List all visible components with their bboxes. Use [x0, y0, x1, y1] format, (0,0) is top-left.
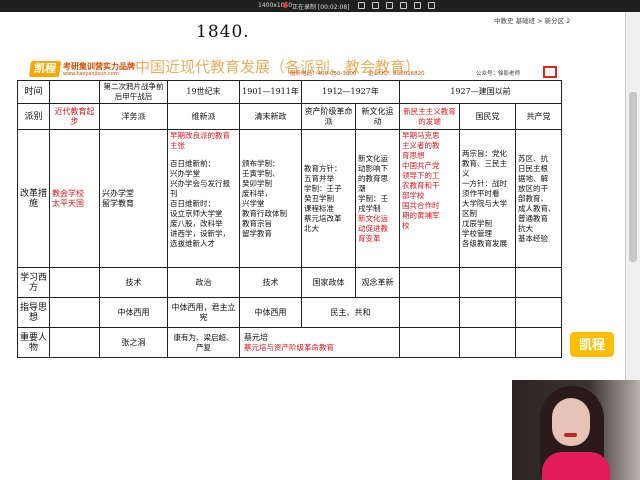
guide-xinminzhu [399, 297, 460, 328]
guide-yangwu: 中体西用 [99, 297, 168, 328]
red-box-icon [543, 66, 557, 78]
stop-icon[interactable] [372, 2, 379, 9]
faction-start: 近代教育起步 [49, 103, 100, 130]
people-yangwu: 张之洞 [99, 327, 168, 358]
presenter-lips [564, 433, 577, 437]
measures-row: 改革措施 教会学校 太平天国 兴办学堂 留学教育 早期改良派的教育主张 百日维新前：… [17, 129, 563, 268]
people-start [49, 327, 100, 358]
people-row: 重要人物 张之洞 康有为、梁启超、严复 蔡元培 蔡元培与资产阶级革命教育 [17, 327, 563, 358]
measures-guomindang: 两宗旨：党化 教育、三民主义一方针：战时 须作平时看 大学院与大学 区制 戊辰学制 学校管理… [459, 129, 516, 268]
measures-xinwenhua: 新文化运 动影响下 的教育思潮学制：壬 戌学制 新文化运 动促进教 育变革 [355, 129, 400, 268]
time-cell-5: 1912—1927年 [301, 80, 400, 104]
time-cell-6: 1927—建国以前 [398, 80, 563, 104]
presenter-face [552, 398, 590, 446]
pause-icon[interactable] [358, 2, 365, 9]
presenter-body [542, 452, 610, 480]
learn-label: 学习西方 [17, 267, 50, 298]
measures-xinminzhu: 早期马克思 主义者的教 育思想 中国共产党 领导下的工 农教育和干 部学校 国共合作时 期的黄埔… [399, 129, 460, 268]
faction-row: 派别 近代教育起步 洋务派 维新派 清末新政 资产阶级革命派 新文化运动 新民主… [17, 103, 563, 130]
wechat-account-text: 公众号：徐影老师 [476, 71, 521, 77]
guide-geming: 民主、共和 [301, 297, 400, 328]
time-label: 时间 [17, 80, 50, 104]
qq-text: 企业QQ：800016820 [368, 71, 425, 77]
mic-icon[interactable] [400, 2, 407, 9]
measures-label: 改革措施 [17, 129, 50, 268]
learn-yangwu: 技术 [99, 267, 168, 298]
brand-badge: 凯程 [570, 332, 614, 357]
learn-xinzheng: 技术 [239, 267, 302, 298]
faction-label: 派别 [17, 103, 50, 130]
faction-guomindang: 国民党 [459, 103, 516, 130]
measures-gongchandang: 苏区、抗 日民主根 据地、解 放区的干 部教育、 成人教育、 普通教育 抗大 基本经验 [514, 129, 563, 268]
measures-yangwu: 兴办学堂 留学教育 [99, 129, 168, 268]
measures-start: 教会学校 太平天国 [49, 129, 100, 268]
guide-label: 指导思想 [17, 297, 50, 328]
time-row: 时间 第二次鸦片战争前后甲午战后 19世纪末 1901—1911年 1912—1… [17, 80, 563, 104]
recording-status: 正在录制 [00:02:08] [292, 4, 350, 11]
time-cell-0 [49, 80, 100, 104]
people-weixin: 康有为、梁启超、严复 [167, 327, 240, 358]
people-label: 重要人物 [17, 327, 50, 358]
time-cell-4: 1901—1911年 [239, 80, 302, 104]
time-cell-1: 第二次鸦片战争前后甲午战后 [99, 80, 168, 104]
brand-logo: 凯程 [28, 61, 62, 77]
guide-guomindang [459, 297, 516, 328]
record-dot-icon [283, 3, 288, 8]
learn-row: 学习西方 技术 政治 技术 国家政体 观念革新 [17, 267, 563, 298]
people-gongchandang [514, 327, 563, 358]
settings-icon[interactable] [414, 2, 421, 9]
handwritten-note: 1840. [196, 22, 250, 42]
people-guomindang [459, 327, 516, 358]
faction-weixin: 维新派 [167, 103, 240, 130]
education-history-table: 时间 第二次鸦片战争前后甲午战后 19世纪末 1901—1911年 1912—1… [17, 80, 563, 358]
camera-icon[interactable] [386, 2, 393, 9]
guide-xinzheng: 中体西用 [239, 297, 302, 328]
faction-xinzheng: 清末新政 [239, 103, 302, 130]
faction-geming: 资产阶级革命派 [301, 103, 356, 130]
webcam-overlay [512, 380, 640, 480]
people-red-note: 蔡元培与资产阶级革命教育 [244, 342, 334, 352]
breadcrumb[interactable]: 中教史 基础班 > 新分区 2 [494, 15, 570, 25]
close-icon[interactable] [428, 2, 435, 9]
learn-guomindang [459, 267, 516, 298]
measures-geming: 教育方针： 五育并举 学制：壬子 癸丑学制 课程标准 蔡元培改革 北大 [301, 129, 356, 268]
hotline-text: 服务电话：400-050-3600 [290, 71, 357, 77]
guide-row: 指导思想 中体西用 中体西用，君主立宪 中体西用 民主、共和 [17, 297, 563, 328]
scrollbar-thumb[interactable] [629, 92, 637, 262]
faction-xinwenhua: 新文化运动 [355, 103, 400, 130]
brand-url: www.kaoyanjixun.com [63, 71, 119, 77]
guide-start [49, 297, 100, 328]
recording-toolbar: 1400x1050 正在录制 [00:02:08] [0, 0, 640, 12]
measures-xinzheng: 颁布学制： 壬寅学制、 癸卯学制 废科举， 兴学堂 教育行政体制 教育宗旨 留学教育 [239, 129, 302, 268]
people-xinzheng: 蔡元培 蔡元培与资产阶级革命教育 [239, 327, 400, 358]
learn-weixin: 政治 [167, 267, 240, 298]
people-xinminzhu [399, 327, 460, 358]
learn-xinminzhu [399, 267, 460, 298]
learn-gongchandang [514, 267, 563, 298]
faction-gongchandang: 共产党 [514, 103, 563, 130]
faction-yangwu: 洋务派 [99, 103, 168, 130]
faction-xinminzhu: 新民主主义教育的发端 [399, 103, 460, 130]
guide-weixin: 中体西用，君主立宪 [167, 297, 240, 328]
learn-geming: 国家政体 [301, 267, 356, 298]
learn-xinwenhua: 观念革新 [355, 267, 400, 298]
time-cell-3: 19世纪末 [167, 80, 240, 104]
guide-gongchandang [514, 297, 563, 328]
learn-start [49, 267, 100, 298]
measures-weixin: 早期改良派的教育主张 百日维新前： 兴办学堂 兴办学会与发行报刊 百日维新时： 设立京师… [167, 129, 240, 268]
